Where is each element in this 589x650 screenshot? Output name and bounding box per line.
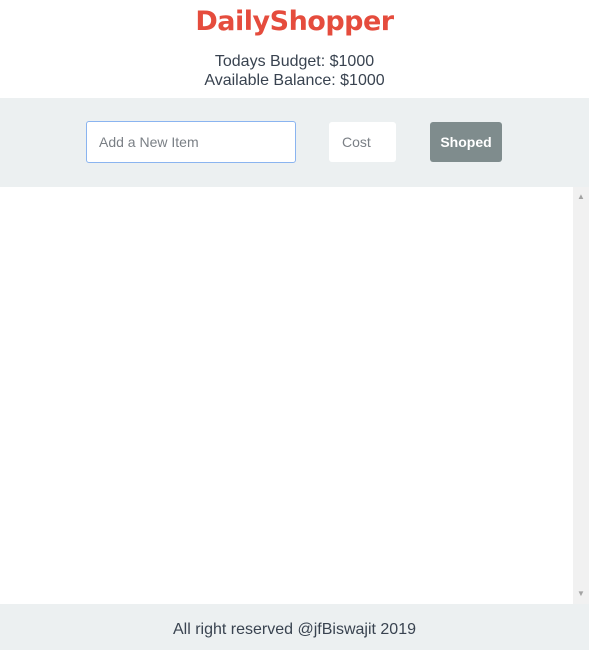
item-name-input[interactable] [86, 121, 296, 163]
add-item-form: Shoped [0, 98, 589, 187]
cost-input[interactable] [329, 122, 396, 162]
header: DailyShopper Todays Budget: $1000 Availa… [0, 0, 589, 98]
footer: All right reserved @jfBiswajit 2019 [0, 604, 589, 650]
app-logo: DailyShopper [195, 6, 394, 37]
todays-budget: Todays Budget: $1000 [214, 53, 375, 70]
scroll-up-icon[interactable]: ▲ [573, 189, 589, 205]
list-scrollbar[interactable]: ▲ ▼ [573, 187, 589, 604]
scroll-down-icon[interactable]: ▼ [573, 586, 589, 602]
shopping-list [0, 187, 573, 604]
app-root: DailyShopper Todays Budget: $1000 Availa… [0, 0, 589, 650]
available-balance: Available Balance: $1000 [204, 72, 385, 89]
footer-text: All right reserved @jfBiswajit 2019 [172, 621, 416, 638]
shoped-button[interactable]: Shoped [430, 122, 502, 162]
